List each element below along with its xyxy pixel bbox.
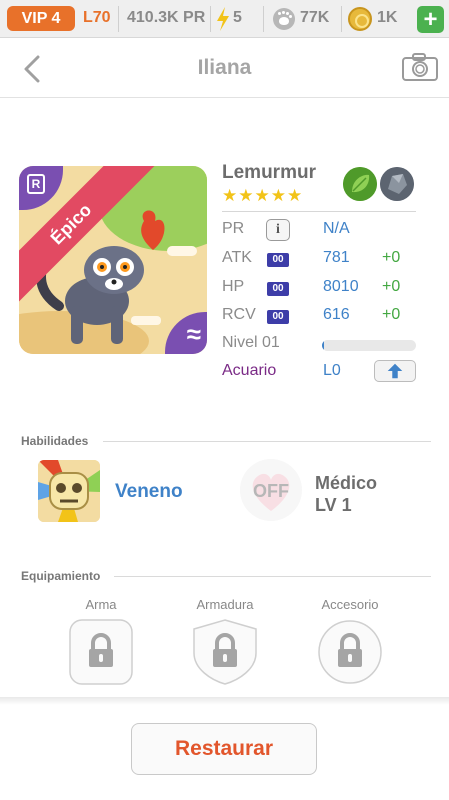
rock-icon	[380, 167, 414, 201]
stat-row-rcv: RCV 00 616 +0	[222, 306, 418, 330]
habitat-label: Acuario	[222, 362, 277, 379]
xp-progress-bar	[322, 340, 416, 351]
stat-badge: 00	[267, 310, 289, 324]
stat-value: 781	[323, 249, 350, 266]
info-divider	[222, 211, 416, 212]
accessory-slot-label: Accesorio	[321, 597, 379, 612]
section-divider	[103, 441, 431, 442]
coin-icon	[348, 7, 372, 31]
player-level: L70	[83, 9, 111, 26]
upgrade-arrow-icon[interactable]	[374, 360, 416, 382]
level-row: Nivel 01	[222, 334, 418, 358]
energy-count: 5	[233, 9, 242, 26]
habitat-level: L0	[323, 362, 341, 379]
stat-label: PR	[222, 220, 245, 237]
leaf-icon	[343, 167, 377, 201]
equipment-section-title: Equipamiento	[21, 569, 101, 583]
armor-slot-lock-icon[interactable]	[193, 619, 257, 685]
stat-bonus: +0	[382, 249, 401, 266]
divider	[341, 6, 342, 32]
stat-row-pr: PR i N/A	[222, 219, 418, 244]
level-label: Nivel 01	[222, 334, 280, 351]
energy-bolt-icon	[217, 7, 229, 31]
stat-badge: 00	[267, 253, 289, 267]
restore-button[interactable]: Restaurar	[131, 723, 317, 775]
stat-badge: 00	[267, 282, 289, 296]
skills-section-title: Habilidades	[21, 434, 89, 448]
monster-name: Lemurmur	[222, 162, 316, 183]
star-rating: ★★★★★	[222, 186, 304, 205]
vip-badge[interactable]: VIP 4	[7, 6, 75, 31]
divider	[118, 6, 119, 32]
stat-row-atk: ATK 00 781 +0	[222, 249, 418, 273]
paw-icon	[273, 8, 295, 30]
paw-count: 77K	[300, 9, 330, 26]
active-skill-name[interactable]: Veneno	[115, 481, 183, 503]
stat-label: RCV	[222, 306, 256, 323]
leader-skill-off-label: OFF	[253, 481, 289, 501]
stat-value: N/A	[323, 220, 350, 237]
add-coins-button[interactable]: +	[417, 6, 444, 33]
info-icon[interactable]: i	[266, 219, 290, 241]
leader-skill-name: Médico	[315, 473, 378, 493]
habitat-row: Acuario L0	[222, 360, 418, 386]
stat-label: HP	[222, 278, 245, 295]
weapon-slot-lock-icon[interactable]	[69, 619, 133, 685]
stat-bonus: +0	[382, 306, 401, 323]
page-title: Iliana	[197, 56, 252, 79]
stat-value: 616	[323, 306, 350, 323]
leader-skill-level: LV 1	[315, 495, 352, 515]
divider	[210, 6, 211, 32]
accessory-slot-lock-icon[interactable]	[318, 619, 382, 685]
section-divider	[114, 576, 431, 577]
stat-row-hp: HP 00 8010 +0	[222, 278, 418, 302]
divider	[263, 6, 264, 32]
stat-bonus: +0	[382, 278, 401, 295]
armor-slot-label: Armadura	[196, 597, 254, 612]
monster-card[interactable]: Épico R ≈	[19, 166, 207, 354]
leader-skill-info[interactable]: Médico LV 1	[315, 472, 377, 516]
resource-bar: VIP 4 L70 410.3K PR 5 77K 1K +	[0, 0, 449, 38]
camera-icon[interactable]	[401, 52, 439, 82]
power-rating: 410.3K PR	[127, 9, 206, 26]
coin-count: 1K	[377, 9, 398, 26]
stat-label: ATK	[222, 249, 252, 266]
stat-value: 8010	[323, 278, 359, 295]
header-divider	[0, 97, 449, 98]
poison-skill-icon[interactable]	[38, 460, 100, 522]
weapon-slot-label: Arma	[85, 597, 117, 612]
xp-progress-fill	[322, 340, 324, 351]
footer-divider	[0, 697, 449, 705]
